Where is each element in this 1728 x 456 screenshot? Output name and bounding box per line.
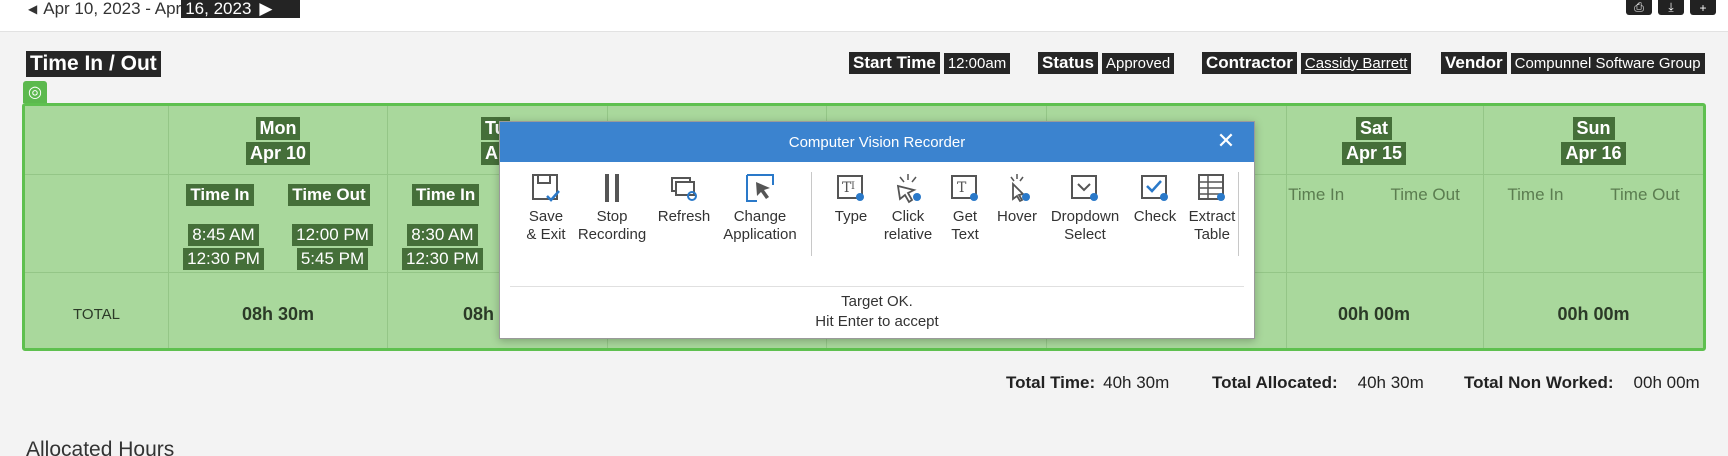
- day-column-sat: Sat Apr 15 Time In Time Out 00h 00m: [1265, 106, 1484, 348]
- total-allocated-summary: Total Allocated: 40h 30m: [1212, 373, 1424, 393]
- status-value: Approved: [1101, 52, 1175, 74]
- contractor-link[interactable]: Cassidy Barrett: [1300, 52, 1412, 74]
- target-icon: ◎: [23, 81, 47, 103]
- time-in-header: Time In: [1507, 185, 1564, 204]
- top-bar: ◀ Apr 10, 2023 - Apr 16, 2023 ▶ ⎙ ⤓ +: [0, 0, 1728, 32]
- dropdown-icon: [1071, 175, 1098, 201]
- start-time-label: Start Time: [849, 52, 940, 74]
- vendor-label: Vendor: [1441, 52, 1507, 74]
- toolbar-divider: [811, 172, 812, 256]
- date-range-navigator: ◀ Apr 10, 2023 - Apr 16, 2023 ▶: [28, 0, 301, 18]
- time-out-value: 12:00 PM: [292, 224, 373, 246]
- type-button[interactable]: T I Type: [828, 172, 874, 226]
- day-column-mon: Mon Apr 10 Time In Time Out 8:45 AM 12:3…: [169, 106, 388, 348]
- time-in-value: 12:30 PM: [183, 248, 264, 270]
- cursor-icon: [746, 174, 774, 202]
- get-text-button[interactable]: T Get Text: [942, 172, 988, 244]
- day-column-sun: Sun Apr 16 Time In Time Out 00h 00m: [1484, 106, 1703, 348]
- close-icon[interactable]: ✕: [1216, 130, 1236, 152]
- label-column: TOTAL: [25, 106, 169, 348]
- total-non-worked-label: Total Non Worked:: [1464, 373, 1614, 392]
- computer-vision-recorder-dialog: Computer Vision Recorder ✕ Save & Exit S…: [499, 121, 1255, 339]
- start-time-value: 12:00am: [943, 52, 1011, 74]
- type-icon: T I: [837, 175, 864, 201]
- total-allocated-value: 40h 30m: [1357, 373, 1424, 392]
- total-non-worked-value: 00h 00m: [1633, 373, 1700, 392]
- total-time-summary: Total Time: 40h 30m: [1006, 373, 1169, 393]
- total-time-label: Total Time:: [1006, 373, 1096, 392]
- stop-recording-button[interactable]: Stop Recording: [574, 172, 650, 244]
- get-text-icon: T: [951, 175, 978, 201]
- contractor-label: Contractor: [1202, 52, 1297, 74]
- date-range-text: Apr 10, 2023 - Apr: [43, 0, 182, 18]
- time-in-header: Time In: [186, 184, 254, 206]
- click-relative-icon: [896, 174, 921, 204]
- day-date: Apr 10: [245, 142, 311, 165]
- day-name: Mon: [255, 117, 301, 140]
- time-in-value: 12:30 PM: [402, 248, 483, 270]
- time-in-header: Time In: [1288, 185, 1345, 204]
- check-icon: [1141, 175, 1168, 201]
- time-out-value: 5:45 PM: [296, 248, 369, 270]
- prev-week-icon[interactable]: ◀: [28, 2, 37, 16]
- change-application-button[interactable]: Change Application: [718, 172, 802, 244]
- day-name: Sat: [1355, 117, 1392, 140]
- time-in-header: Time In: [412, 184, 480, 206]
- table-icon: [1198, 174, 1225, 201]
- extract-table-button[interactable]: Extract Table: [1182, 172, 1242, 244]
- dialog-titlebar: Computer Vision Recorder ✕: [500, 122, 1254, 162]
- refresh-button[interactable]: Refresh: [654, 172, 714, 226]
- vendor-value: Compunnel Software Group: [1510, 52, 1705, 74]
- toolbar-divider: [1238, 172, 1239, 256]
- pause-icon: [605, 174, 619, 202]
- day-date: Apr 15: [1341, 142, 1407, 165]
- download-icon[interactable]: ⤓: [1658, 0, 1684, 15]
- status-label: Status: [1038, 52, 1098, 74]
- svg-text:T: T: [957, 180, 967, 196]
- save-exit-button[interactable]: Save & Exit: [518, 172, 574, 244]
- recorder-toolbar: Save & Exit Stop Recording Refresh Chang…: [512, 172, 1242, 252]
- svg-text:I: I: [851, 181, 855, 192]
- day-total: 08h 30m: [241, 304, 315, 324]
- status-meta: Status Approved: [1038, 52, 1175, 74]
- total-label: TOTAL: [73, 306, 120, 323]
- status-message: Target OK. Hit Enter to accept: [815, 293, 939, 330]
- day-date: Apr 16: [1561, 142, 1626, 165]
- dialog-divider: [510, 286, 1244, 287]
- allocated-hours-heading: Allocated Hours: [26, 438, 175, 456]
- print-icon[interactable]: ⎙: [1626, 0, 1652, 15]
- total-allocated-label: Total Allocated:: [1212, 373, 1338, 392]
- total-time-value: 40h 30m: [1103, 373, 1170, 392]
- day-name: Sun: [1572, 117, 1615, 140]
- time-out-header: Time Out: [288, 184, 370, 206]
- time-out-header: Time Out: [1390, 185, 1460, 204]
- vendor-meta: Vendor Compunnel Software Group: [1441, 52, 1705, 74]
- add-icon[interactable]: +: [1690, 0, 1716, 15]
- page-title: Time In / Out: [26, 51, 161, 77]
- click-relative-button[interactable]: Click relative: [878, 172, 938, 244]
- date-range-text-highlight: 16, 2023: [181, 0, 256, 18]
- time-out-header: Time Out: [1610, 185, 1680, 204]
- day-total: 00h 00m: [1337, 304, 1411, 324]
- hover-icon: [1010, 174, 1030, 203]
- dropdown-select-button[interactable]: Dropdown Select: [1044, 172, 1126, 244]
- refresh-icon: [671, 177, 697, 201]
- day-total: 00h 00m: [1557, 304, 1630, 324]
- start-time-meta: Start Time 12:00am: [849, 52, 1011, 74]
- total-non-worked-summary: Total Non Worked: 00h 00m: [1464, 373, 1700, 393]
- time-in-value: 8:45 AM: [188, 224, 259, 246]
- check-button[interactable]: Check: [1130, 172, 1180, 226]
- dialog-title: Computer Vision Recorder: [788, 133, 966, 151]
- next-week-icon[interactable]: ▶: [255, 0, 301, 18]
- time-in-value: 8:30 AM: [407, 224, 478, 246]
- contractor-meta: Contractor Cassidy Barrett: [1202, 52, 1412, 74]
- save-icon: [532, 174, 560, 202]
- toolbar-icons: ⎙ ⤓ +: [1626, 0, 1716, 15]
- hover-button[interactable]: Hover: [992, 172, 1042, 226]
